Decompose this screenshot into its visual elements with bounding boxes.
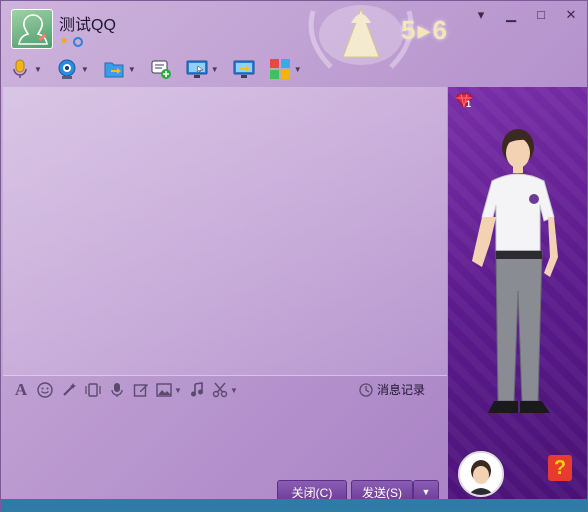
qzone-icon[interactable] (72, 37, 83, 47)
chevron-down-icon[interactable]: ▼ (174, 386, 182, 395)
avatar-figure[interactable] (454, 127, 580, 431)
image-icon (156, 383, 172, 397)
video-call-button[interactable]: ▼ (56, 58, 89, 80)
chevron-down-icon[interactable]: ▼ (128, 65, 136, 74)
share-screen-button[interactable] (233, 58, 255, 80)
chat-toolbar: ▼ ▼ ▼ ▼ ▼ (9, 56, 316, 82)
screenshot-button[interactable]: ▼ (209, 380, 241, 400)
magic-emoji-button[interactable] (57, 380, 81, 400)
music-button[interactable] (185, 380, 209, 400)
minimize-icon[interactable]: ▁ (503, 7, 519, 23)
magic-icon (63, 383, 76, 396)
edit-button[interactable] (129, 380, 153, 400)
qq-show-panel: 1 ? (448, 87, 587, 499)
message-input[interactable] (3, 401, 447, 475)
star-icon[interactable]: ★ (59, 36, 69, 47)
emoji-icon (37, 382, 53, 398)
scissors-icon (212, 382, 228, 398)
message-display-area[interactable] (3, 87, 447, 375)
level-badge: 5▸6 (401, 15, 449, 45)
chevron-down-icon[interactable]: ▼ (34, 65, 42, 74)
chevron-down-icon[interactable]: ▼ (81, 65, 89, 74)
message-history-button[interactable]: 消息记录 (359, 381, 425, 398)
voice-call-button[interactable]: ▼ (9, 58, 42, 80)
status-icons: ★ (59, 36, 83, 47)
file-transfer-icon (104, 62, 124, 78)
chevron-down-icon: ▼ (421, 487, 431, 497)
message-history-label: 消息记录 (377, 383, 426, 397)
chevron-down-icon[interactable]: ▼ (294, 65, 302, 74)
input-toolbar: A ▼ ▼ (9, 379, 241, 401)
qq-chat-window: 测试QQ ★ 5▸6 ▾ ▁ □ ✕ ▼ ▼ ▼ ▼ ▼ A ▼ ▼ 消息记录 … (0, 0, 588, 512)
emoji-button[interactable] (33, 380, 57, 400)
avatar-face-icon (460, 453, 502, 495)
new-chat-icon (151, 60, 171, 79)
font-icon: A (14, 380, 28, 399)
microphone-icon (13, 59, 27, 78)
avatar[interactable] (11, 9, 53, 49)
camera-icon (58, 59, 76, 79)
diamond-count: 1 (466, 99, 472, 109)
user-silhouette-icon (18, 14, 48, 45)
chevron-down-icon[interactable]: ▼ (211, 65, 219, 74)
dropdown-menu-icon[interactable]: ▾ (473, 7, 489, 23)
help-icon[interactable]: ? (548, 455, 572, 481)
apps-icon (269, 59, 290, 79)
divider (3, 375, 447, 376)
window-bottom-edge (1, 499, 587, 511)
font-button[interactable]: A (9, 380, 33, 400)
new-discussion-button[interactable] (150, 58, 172, 80)
share-screen-icon (233, 60, 255, 78)
voice-icon (111, 383, 123, 397)
remote-desktop-icon (186, 60, 208, 78)
clock-icon (359, 382, 373, 397)
image-button[interactable]: ▼ (153, 380, 185, 400)
mini-avatar[interactable] (458, 451, 504, 497)
close-icon[interactable]: ✕ (563, 7, 579, 23)
edit-icon (133, 384, 148, 397)
level-emblem-icon (308, 5, 414, 69)
contact-name: 测试QQ (59, 17, 116, 34)
maximize-icon[interactable]: □ (533, 7, 549, 23)
window-controls: ▾ ▁ □ ✕ (473, 7, 579, 23)
vibrate-icon (85, 383, 101, 397)
music-icon (191, 382, 203, 397)
voice-message-button[interactable] (105, 380, 129, 400)
vibrate-button[interactable] (81, 380, 105, 400)
remote-assist-button[interactable]: ▼ (186, 58, 219, 80)
file-transfer-button[interactable]: ▼ (103, 58, 136, 80)
apps-button[interactable]: ▼ (269, 58, 302, 80)
chevron-down-icon[interactable]: ▼ (230, 386, 238, 395)
